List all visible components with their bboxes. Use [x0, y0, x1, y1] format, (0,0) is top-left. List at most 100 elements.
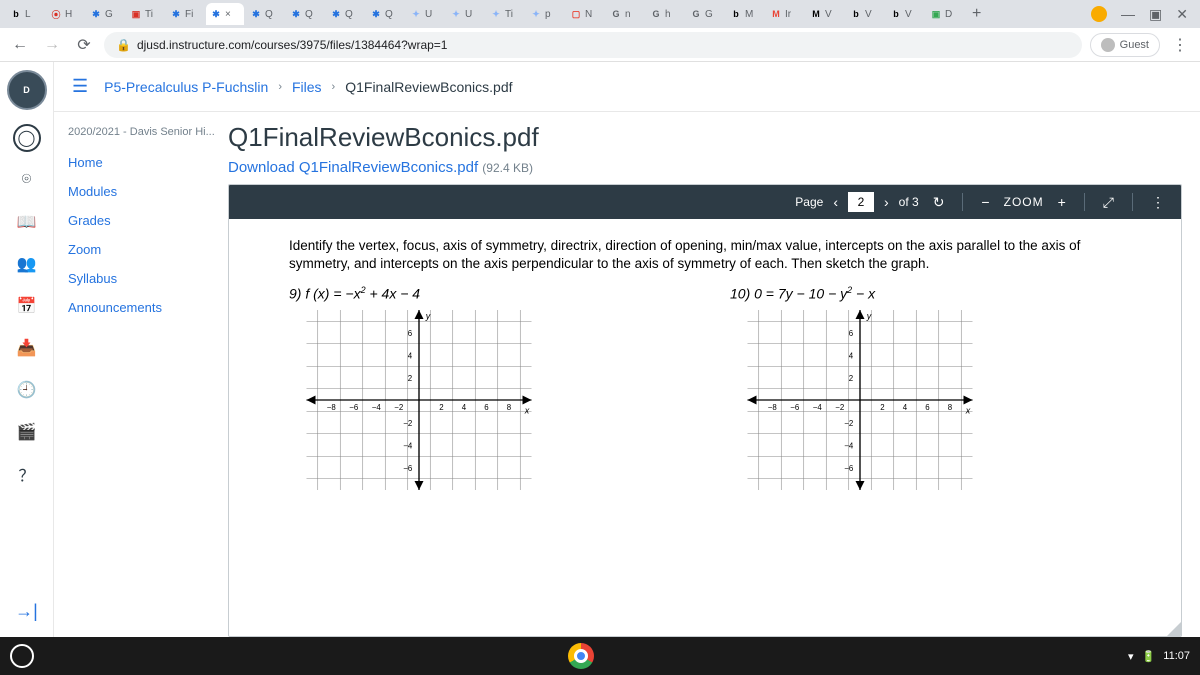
close-window-icon[interactable]: ✕	[1176, 6, 1188, 23]
svg-text:−8: −8	[768, 403, 778, 412]
fullscreen-button[interactable]: ⤢	[1099, 192, 1118, 213]
browser-tab[interactable]: ✱Q	[246, 3, 284, 25]
browser-tab[interactable]: bL	[6, 3, 44, 25]
guest-chip[interactable]: Guest	[1090, 33, 1160, 57]
chevron-right-icon: ›	[278, 81, 282, 93]
groups-icon[interactable]: 👥	[13, 250, 41, 278]
url-input[interactable]: 🔒 djusd.instructure.com/courses/3975/fil…	[104, 32, 1082, 58]
browser-tab[interactable]: ✱G	[86, 3, 124, 25]
breadcrumb-files[interactable]: Files	[292, 79, 322, 95]
history-icon[interactable]: 🕘	[13, 376, 41, 404]
browser-tab[interactable]: ✱Fi	[166, 3, 204, 25]
launcher-button[interactable]	[10, 644, 34, 668]
hamburger-menu-icon[interactable]: ☰	[72, 76, 88, 97]
coordinate-grid: −8−6−4−2 2468 642 −2−4−6 y x	[289, 310, 549, 490]
chrome-app-icon[interactable]	[568, 643, 594, 669]
address-bar: ← → ⟳ 🔒 djusd.instructure.com/courses/39…	[0, 28, 1200, 62]
course-nav-item[interactable]: Grades	[68, 206, 224, 235]
browser-tab[interactable]: bM	[726, 3, 764, 25]
minimize-icon[interactable]: —	[1121, 6, 1135, 22]
zoom-out-button[interactable]: −	[977, 192, 993, 212]
back-button[interactable]: ←	[8, 33, 32, 57]
svg-text:8: 8	[948, 403, 953, 412]
viewer-more-button[interactable]: ⋮	[1147, 192, 1169, 213]
course-nav-item[interactable]: Home	[68, 148, 224, 177]
more-menu-button[interactable]: ⋮	[1168, 33, 1192, 57]
browser-tab[interactable]: GG	[686, 3, 724, 25]
forward-button[interactable]: →	[40, 33, 64, 57]
battery-icon[interactable]: 🔋	[1142, 650, 1156, 663]
browser-tab[interactable]: ✦U	[446, 3, 484, 25]
browser-tab[interactable]: bV	[886, 3, 924, 25]
browser-tab[interactable]: ✱Q	[286, 3, 324, 25]
page-total: of 3	[899, 195, 919, 209]
browser-tab[interactable]: ▣D	[926, 3, 964, 25]
browser-tab[interactable]: ✱Q	[366, 3, 404, 25]
resize-handle-icon[interactable]	[1167, 622, 1181, 636]
dashboard-icon[interactable]: ⌾	[13, 166, 41, 194]
wifi-icon[interactable]: ▾	[1128, 650, 1134, 663]
zoom-in-button[interactable]: +	[1054, 192, 1070, 212]
school-logo-icon[interactable]: D	[7, 70, 47, 110]
svg-text:4: 4	[462, 403, 467, 412]
viewer-toolbar: Page ‹ › of 3 ↻ − ZOOM + ⤢	[229, 185, 1181, 219]
calendar-icon[interactable]: 📅	[13, 292, 41, 320]
browser-tab[interactable]: ▢N	[566, 3, 604, 25]
svg-text:2: 2	[439, 403, 443, 412]
svg-text:−4: −4	[372, 403, 382, 412]
svg-text:4: 4	[849, 351, 854, 360]
courses-icon[interactable]: 📖	[13, 208, 41, 236]
browser-tab[interactable]: MIr	[766, 3, 804, 25]
course-nav-item[interactable]: Modules	[68, 177, 224, 206]
person-icon	[1101, 38, 1115, 52]
browser-tab[interactable]: MV	[806, 3, 844, 25]
lock-icon: 🔒	[116, 38, 131, 52]
browser-tab[interactable]: ✱×	[206, 3, 244, 25]
reload-button[interactable]: ⟳	[72, 33, 96, 57]
studio-icon[interactable]: 🎬	[13, 418, 41, 446]
collapse-nav-button[interactable]: →|	[13, 597, 41, 625]
svg-text:−4: −4	[844, 441, 854, 450]
new-tab-button[interactable]: +	[966, 5, 987, 23]
browser-tab[interactable]: ⦿H	[46, 3, 84, 25]
svg-text:−2: −2	[403, 419, 412, 428]
profile-icon[interactable]	[1091, 6, 1107, 22]
svg-text:x: x	[965, 406, 971, 416]
course-nav-item[interactable]: Syllabus	[68, 264, 224, 293]
breadcrumb-current: Q1FinalReviewBconics.pdf	[345, 79, 512, 95]
pdf-problem-9: 9) f (x) = −x2 + 4x − 4	[289, 285, 680, 495]
file-title: Q1FinalReviewBconics.pdf	[228, 122, 1182, 153]
course-nav-item[interactable]: Zoom	[68, 235, 224, 264]
svg-text:−4: −4	[813, 403, 823, 412]
rotate-button[interactable]: ↻	[929, 192, 949, 213]
browser-tab-strip: bL⦿H✱G▣Ti✱Fi✱×✱Q✱Q✱Q✱Q✦U✦U✦Ti✦p▢NGnGhGGb…	[0, 0, 1200, 28]
inbox-icon[interactable]: 📥	[13, 334, 41, 362]
course-nav-item[interactable]: Announcements	[68, 293, 224, 322]
prev-page-button[interactable]: ‹	[829, 192, 842, 212]
browser-tab[interactable]: Gh	[646, 3, 684, 25]
browser-tab[interactable]: ▣Ti	[126, 3, 164, 25]
clock[interactable]: 11:07	[1163, 650, 1190, 662]
browser-tab[interactable]: Gn	[606, 3, 644, 25]
zoom-label: ZOOM	[1004, 195, 1044, 209]
help-icon[interactable]: ？	[13, 460, 41, 488]
canvas-global-nav: D ◯ ⌾ 📖 👥 📅 📥 🕘 🎬 ？ →|	[0, 62, 54, 637]
browser-tab[interactable]: ✱Q	[326, 3, 364, 25]
browser-tab[interactable]: ✦p	[526, 3, 564, 25]
browser-tab[interactable]: ✦Ti	[486, 3, 524, 25]
browser-tab[interactable]: bV	[846, 3, 884, 25]
breadcrumb-course[interactable]: P5-Precalculus P-Fuchslin	[104, 79, 268, 95]
page-input[interactable]	[848, 192, 874, 212]
svg-text:6: 6	[925, 403, 930, 412]
next-page-button[interactable]: ›	[880, 192, 893, 212]
svg-text:4: 4	[903, 403, 908, 412]
svg-text:−2: −2	[835, 403, 844, 412]
url-text: djusd.instructure.com/courses/3975/files…	[137, 38, 448, 52]
maximize-icon[interactable]: ▣	[1149, 6, 1162, 23]
svg-text:−8: −8	[327, 403, 337, 412]
svg-text:8: 8	[507, 403, 512, 412]
account-icon[interactable]: ◯	[13, 124, 41, 152]
download-link[interactable]: Download Q1FinalReviewBconics.pdf (92.4 …	[228, 159, 1182, 176]
browser-tab[interactable]: ✦U	[406, 3, 444, 25]
pdf-page[interactable]: Identify the vertex, focus, axis of symm…	[229, 219, 1181, 636]
